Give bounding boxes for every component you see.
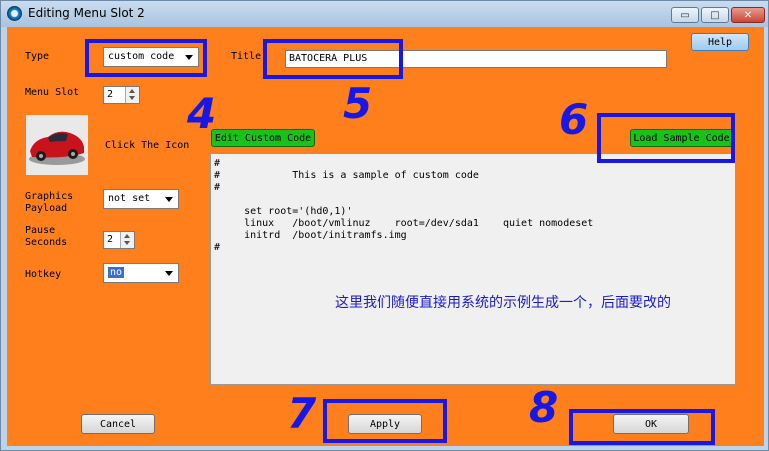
editing-menu-slot-window: Editing Menu Slot 2 ▭ □ ✕ Type custom co… bbox=[0, 0, 769, 451]
annotation-box-load-sample bbox=[597, 113, 735, 163]
app-icon bbox=[7, 6, 22, 21]
annotation-number-5: 5 bbox=[343, 79, 373, 128]
graphics-payload-label: Graphics Payload bbox=[25, 191, 74, 214]
graphics-payload-select[interactable]: not set bbox=[103, 189, 179, 209]
edit-custom-code-button[interactable]: Edit Custom Code bbox=[211, 129, 315, 147]
minimize-button[interactable]: ▭ bbox=[671, 7, 699, 23]
close-button[interactable]: ✕ bbox=[731, 7, 765, 23]
hotkey-select[interactable]: no bbox=[103, 263, 179, 283]
annotation-number-6: 6 bbox=[559, 95, 589, 144]
maximize-button[interactable]: □ bbox=[701, 7, 729, 23]
car-icon bbox=[26, 115, 88, 175]
hotkey-label: Hotkey bbox=[25, 269, 62, 280]
annotation-number-7: 7 bbox=[287, 389, 317, 438]
annotation-number-4: 4 bbox=[187, 89, 217, 138]
pause-seconds-value: 2 bbox=[107, 234, 114, 245]
menu-slot-spinner[interactable]: 2 bbox=[103, 86, 140, 104]
custom-code-textarea[interactable]: # # This is a sample of custom code # se… bbox=[210, 153, 736, 385]
cancel-button[interactable]: Cancel bbox=[81, 414, 155, 434]
dialog-client-area: Type custom code Title BATOCERA PLUS Hel… bbox=[7, 27, 764, 446]
annotation-box-type bbox=[85, 39, 207, 77]
window-title: Editing Menu Slot 2 bbox=[28, 6, 145, 20]
title-label: Title bbox=[231, 51, 262, 62]
annotation-note: 这里我们随便直接用系统的示例生成一个，后面要改的 bbox=[335, 295, 671, 311]
spinner-arrows-icon[interactable] bbox=[125, 87, 139, 103]
annotation-box-title bbox=[263, 39, 403, 79]
menu-slot-label: Menu Slot bbox=[25, 87, 80, 98]
spinner-arrows-icon[interactable] bbox=[120, 232, 134, 248]
annotation-box-apply bbox=[323, 399, 447, 443]
pause-seconds-label: Pause Seconds bbox=[25, 225, 68, 248]
annotation-number-8: 8 bbox=[529, 383, 559, 432]
icon-hint-text: Click The Icon bbox=[105, 140, 190, 151]
hotkey-value: no bbox=[108, 267, 125, 278]
title-bar[interactable]: Editing Menu Slot 2 ▭ □ ✕ bbox=[1, 1, 768, 27]
chevron-down-icon bbox=[165, 271, 173, 276]
menu-slot-value: 2 bbox=[107, 89, 114, 100]
chevron-down-icon bbox=[165, 197, 173, 202]
annotation-box-ok bbox=[569, 409, 715, 445]
graphics-payload-value: not set bbox=[108, 193, 151, 204]
help-button[interactable]: Help bbox=[691, 33, 749, 51]
type-label: Type bbox=[25, 51, 50, 62]
pause-seconds-spinner[interactable]: 2 bbox=[103, 231, 135, 249]
menu-icon-car-image[interactable] bbox=[26, 115, 88, 175]
